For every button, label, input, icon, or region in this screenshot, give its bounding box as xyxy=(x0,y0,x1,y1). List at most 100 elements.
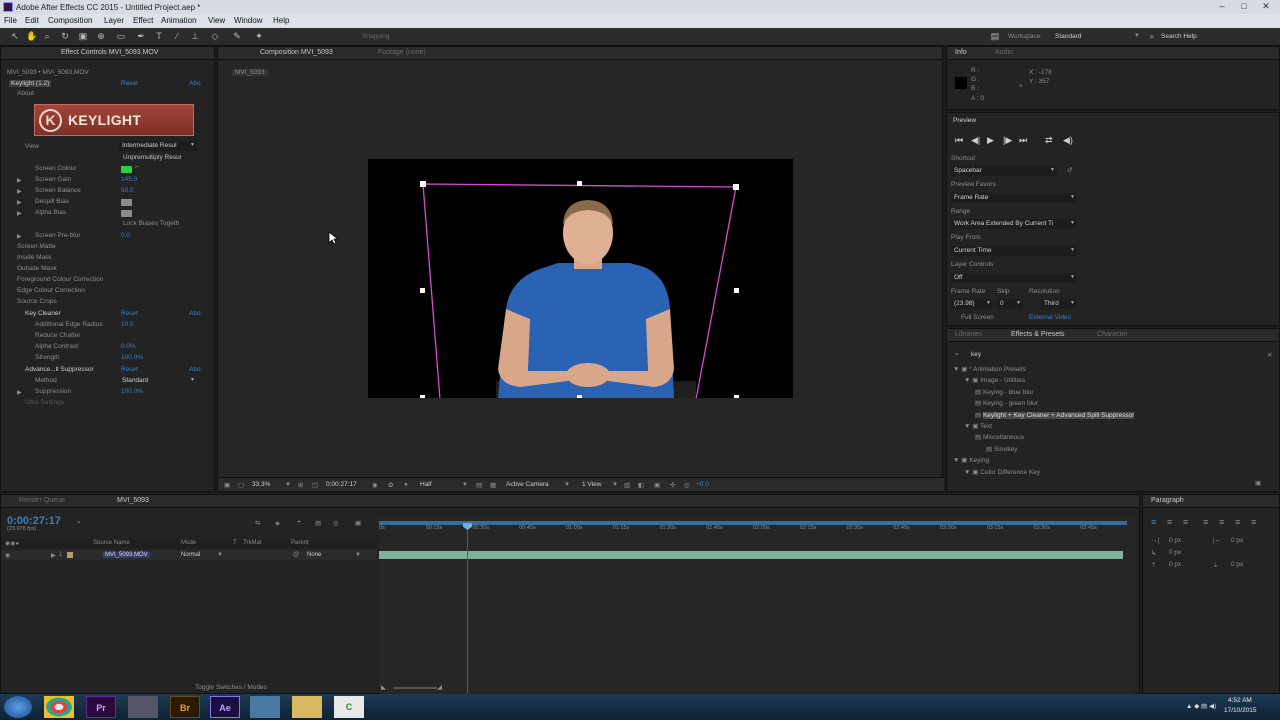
layer-controls-dropdown[interactable]: Off xyxy=(951,273,1077,283)
screen-colour-swatch[interactable] xyxy=(121,166,132,173)
audio-icon[interactable]: ◀) xyxy=(1063,135,1073,146)
folder-icon[interactable]: ▼ ▣ xyxy=(964,423,980,430)
mask-visibility-icon[interactable]: ◫ xyxy=(312,481,318,489)
preset-tree-item[interactable]: ▤ Keylight + Key Cleaner + Advanced Spil… xyxy=(975,411,1135,419)
graph-editor-icon[interactable]: ▣ xyxy=(355,519,361,527)
hand-tool-icon[interactable]: ✋ xyxy=(26,31,37,42)
selection-tool-icon[interactable]: ↖ xyxy=(10,31,20,42)
grid-icon[interactable]: ⊞ xyxy=(298,481,303,489)
frame-rate-dropdown[interactable]: (23.98) xyxy=(951,299,993,309)
comp-viewer-canvas[interactable] xyxy=(368,159,793,415)
show-channel-icon[interactable]: ✿ xyxy=(388,481,393,489)
preview-favors-dropdown[interactable]: Frame Rate xyxy=(951,193,1077,203)
layer-duration-bar[interactable] xyxy=(379,551,1123,559)
resolution-dropdown[interactable]: Half xyxy=(420,481,432,488)
keylight-about-link[interactable]: Abo xyxy=(189,80,201,87)
pen-tool-icon[interactable]: ✒ xyxy=(136,31,146,42)
preset-tree-item[interactable]: ▤ Miscellaneous xyxy=(975,433,1024,441)
col-source-name[interactable]: Source Name xyxy=(93,540,130,546)
spill-reset-link[interactable]: Reset xyxy=(121,366,138,373)
toggle-pixel-icon[interactable]: ▥ xyxy=(624,481,630,489)
zoom-out-icon[interactable]: ◣ xyxy=(381,683,386,691)
clock-date[interactable]: 17/10/2015 xyxy=(1224,707,1257,714)
folder-icon[interactable] xyxy=(292,696,322,718)
layer-label-color[interactable] xyxy=(67,552,73,558)
folder-icon[interactable]: ▤ xyxy=(975,434,983,441)
snapshot-icon[interactable]: ◉ xyxy=(372,481,378,489)
tab-info[interactable]: Info xyxy=(955,49,967,56)
col-parent[interactable]: Parent xyxy=(291,540,309,546)
preset-tree-item[interactable]: ▤ Keying - green blur xyxy=(975,399,1038,407)
preset-tree-item[interactable]: ▤ Keying - blue blur xyxy=(975,388,1034,396)
search-icon[interactable]: ⌕ xyxy=(1147,31,1157,42)
effect-keylight-name[interactable]: Keylight (1.2) xyxy=(9,80,52,87)
workspace-dropdown[interactable]: Standard xyxy=(1055,33,1081,40)
search-icon[interactable]: ⌕ xyxy=(77,519,81,527)
menu-file[interactable]: File xyxy=(4,16,17,25)
preset-tree-item[interactable]: ▼ ▣ Keying xyxy=(953,456,989,464)
layer-row[interactable]: ◉ ▶ 1 MVI_5093.MOV Normal ▼ @ None ▼ xyxy=(1,550,377,560)
effect-spill-suppressor-name[interactable]: Advance...ll Suppressor xyxy=(25,366,94,373)
col-mode[interactable]: Mode xyxy=(181,540,196,546)
group-outside-mask[interactable]: Outside Mask xyxy=(17,265,57,272)
next-frame-icon[interactable]: |▶ xyxy=(1003,135,1012,146)
indent-left-value[interactable]: 0 px xyxy=(1169,537,1181,544)
exposure-icon[interactable]: ◎ xyxy=(684,481,690,489)
strength-value[interactable]: 100.0% xyxy=(121,354,143,361)
folder-icon[interactable]: ▼ ▣ xyxy=(964,377,980,384)
maximize-button[interactable]: □ xyxy=(1234,1,1254,12)
puppet-pin-tool-icon[interactable]: ✦ xyxy=(254,31,264,42)
tab-footage[interactable]: Footage (none) xyxy=(378,49,426,56)
align-left-icon[interactable]: ≡ xyxy=(1151,517,1156,527)
comp-breadcrumb[interactable]: MVI_5093 xyxy=(232,69,268,76)
group-edge-colour-correction[interactable]: Edge Colour Correction xyxy=(17,287,85,294)
tab-effect-controls[interactable]: Effect Controls MVI_5093.MOV xyxy=(61,49,159,56)
folder-icon[interactable]: ▼ ▣ xyxy=(964,469,980,476)
effect-key-cleaner-name[interactable]: Key Cleaner xyxy=(25,310,61,317)
key-cleaner-about-link[interactable]: Abo xyxy=(189,310,201,317)
previous-frame-icon[interactable]: ◀| xyxy=(971,135,980,146)
menu-layer[interactable]: Layer xyxy=(104,16,124,25)
align-center-icon[interactable]: ≡ xyxy=(1167,517,1172,527)
time-ruler[interactable]: 0s 00:15s 00:30s 00:45s 01:00s 01:15s 01:30s 01… xyxy=(379,525,1127,535)
eraser-tool-icon[interactable]: ◇ xyxy=(210,31,220,42)
tab-render-queue[interactable]: Render Queue xyxy=(19,497,65,504)
view-layout-dropdown[interactable]: 1 View xyxy=(582,481,601,488)
tab-libraries[interactable]: Libraries xyxy=(955,331,982,338)
group-inside-mask[interactable]: Inside Mask xyxy=(17,254,52,261)
current-time-display[interactable]: 0:00:27:17 xyxy=(326,481,357,488)
motion-blur-icon[interactable]: ◎ xyxy=(333,519,339,527)
camtasia-icon[interactable]: C xyxy=(334,696,364,718)
brush-tool-icon[interactable]: ∕ xyxy=(172,31,182,42)
corner-handle-tr[interactable] xyxy=(733,184,739,190)
eyedropper-icon[interactable]: ⌐ xyxy=(135,164,139,171)
preset-tree-item[interactable]: ▼ ▣ Image - Utilities xyxy=(964,376,1025,384)
group-foreground-colour-correction[interactable]: Foreground Colour Correction xyxy=(17,276,103,283)
menu-view[interactable]: View xyxy=(208,16,225,25)
effects-search-input[interactable]: key xyxy=(971,351,981,358)
group-screen-matte[interactable]: Screen Matte xyxy=(17,243,56,250)
disclosure-icon[interactable]: ▼ ▣ xyxy=(953,457,969,464)
layer-mode-dropdown[interactable]: Normal xyxy=(181,552,200,558)
justify-last-left-icon[interactable]: ≡ xyxy=(1203,517,1208,527)
view-dropdown[interactable]: Intermediate Resul xyxy=(119,141,197,151)
menu-effect[interactable]: Effect xyxy=(133,16,153,25)
justify-last-right-icon[interactable]: ≡ xyxy=(1235,517,1240,527)
tab-composition[interactable]: Composition MVI_5093 xyxy=(260,49,333,56)
method-dropdown[interactable]: Standard xyxy=(119,376,197,386)
last-frame-icon[interactable]: ⏭ xyxy=(1019,135,1027,146)
layer-parent-dropdown[interactable]: None xyxy=(307,552,321,558)
new-folder-icon[interactable]: ▣ xyxy=(1255,479,1261,487)
full-screen-checkbox[interactable]: Full Screen xyxy=(961,314,994,321)
folder-icon[interactable]: ▤ xyxy=(975,400,983,407)
current-time-indicator[interactable] xyxy=(467,525,468,693)
camera-tool-icon[interactable]: ▣ xyxy=(78,31,88,42)
first-frame-icon[interactable]: ⏮ xyxy=(955,135,963,146)
app-icon[interactable] xyxy=(128,696,158,718)
menu-help[interactable]: Help xyxy=(273,16,289,25)
screen-balance-value[interactable]: 50.0 xyxy=(121,187,134,194)
start-button-icon[interactable] xyxy=(4,696,32,718)
timeline-icon[interactable]: ▣ xyxy=(654,481,660,489)
reset-icon[interactable]: ↺ xyxy=(1067,166,1072,174)
frame-blending-icon[interactable]: ▤ xyxy=(315,519,321,527)
